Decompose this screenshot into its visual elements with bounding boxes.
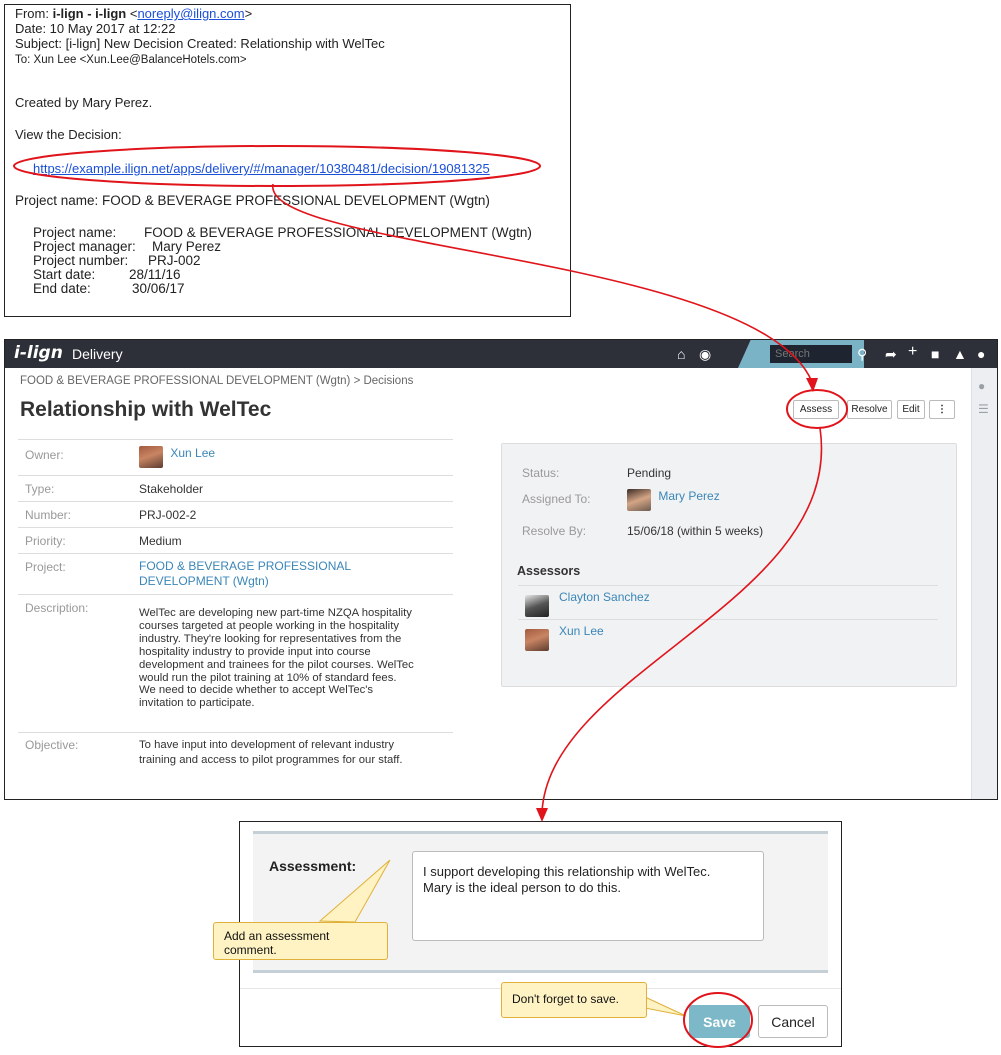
- description-label: Description:: [25, 601, 89, 615]
- cancel-button[interactable]: Cancel: [758, 1005, 828, 1038]
- email-detail-value: 30/06/17: [132, 281, 185, 296]
- owner-name[interactable]: Xun Lee: [170, 446, 215, 460]
- more-options-button[interactable]: ⋮: [929, 400, 955, 419]
- assessor-row: Clayton Sanchez: [518, 585, 938, 619]
- bell-icon[interactable]: ▲: [953, 345, 967, 363]
- detail-row-description: Description: WelTec are developing new p…: [18, 594, 453, 732]
- assigned-to-value[interactable]: Mary Perez: [627, 489, 720, 511]
- save-button[interactable]: Save: [689, 1005, 750, 1038]
- assessor-name[interactable]: Clayton Sanchez: [559, 590, 650, 604]
- email-created-by: Created by Mary Perez.: [15, 95, 153, 110]
- email-from-name: i-lign - i-lign: [52, 6, 127, 21]
- decision-details-table: Owner: Xun Lee Type: Stakeholder Number:…: [18, 439, 453, 776]
- assess-button[interactable]: Assess: [793, 400, 839, 419]
- email-to: To: Xun Lee <Xun.Lee@BalanceHotels.com>: [15, 54, 247, 66]
- app-name: Delivery: [72, 346, 123, 362]
- email-detail-label: Start date:: [33, 267, 96, 282]
- detail-row-priority: Priority: Medium: [18, 527, 453, 553]
- resolve-by-value: 15/06/18 (within 5 weeks): [627, 524, 764, 538]
- email-detail-value: 28/11/16: [129, 267, 181, 282]
- email-detail-label: Project manager:: [33, 239, 136, 254]
- resolve-button[interactable]: Resolve: [847, 400, 892, 419]
- list-icon[interactable]: ☰: [978, 402, 989, 416]
- status-label: Status:: [522, 466, 560, 480]
- owner-label: Owner:: [25, 448, 64, 462]
- edit-button[interactable]: Edit: [897, 400, 925, 419]
- user-icon[interactable]: ●: [977, 345, 985, 363]
- top-navigation-bar: i-lign Delivery ⌂ ◉ ⚲ ➦ + ■ ▲ ●: [5, 340, 997, 368]
- detail-row-number: Number: PRJ-002-2: [18, 501, 453, 527]
- assessor-name[interactable]: Xun Lee: [559, 624, 604, 638]
- assigned-to-label: Assigned To:: [522, 492, 591, 506]
- email-detail-value: FOOD & BEVERAGE PROFESSIONAL DEVELOPMENT…: [144, 225, 532, 240]
- description-text: WelTec are developing new part-time NZQA…: [139, 607, 414, 710]
- search-input[interactable]: [770, 345, 852, 363]
- status-value: Pending: [627, 466, 672, 480]
- detail-row-type: Type: Stakeholder: [18, 475, 453, 501]
- assigned-to-name[interactable]: Mary Perez: [658, 489, 719, 503]
- type-value: Stakeholder: [139, 482, 204, 496]
- ilign-logo[interactable]: i-lign: [14, 343, 63, 363]
- priority-value: Medium: [139, 534, 182, 548]
- priority-label: Priority:: [25, 534, 66, 548]
- detail-row-objective: Objective: To have input into developmen…: [18, 732, 453, 776]
- globe-icon[interactable]: ◉: [699, 345, 711, 363]
- objective-label: Objective:: [25, 738, 79, 752]
- avatar: [139, 446, 163, 468]
- assessment-comment-callout: Add an assessment comment.: [213, 922, 388, 960]
- email-subject: Subject: [i-lign] New Decision Created: …: [15, 36, 385, 51]
- project-link[interactable]: FOOD & BEVERAGE PROFESSIONAL DEVELOPMENT…: [139, 559, 351, 589]
- right-sidebar: ● ☰: [971, 368, 997, 799]
- decision-app-window: i-lign Delivery ⌂ ◉ ⚲ ➦ + ■ ▲ ● ● ☰ FOOD…: [4, 339, 998, 800]
- plus-icon[interactable]: +: [908, 343, 917, 361]
- page-title: Relationship with WelTec: [20, 398, 272, 421]
- breadcrumb[interactable]: FOOD & BEVERAGE PROFESSIONAL DEVELOPMENT…: [20, 375, 413, 387]
- comment-icon[interactable]: ●: [978, 379, 985, 393]
- assessment-textarea[interactable]: I support developing this relationship w…: [412, 851, 764, 941]
- email-panel: From: i-lign - i-lign <noreply@ilign.com…: [4, 4, 571, 317]
- email-date: Date: 10 May 2017 at 12:22: [15, 21, 176, 36]
- share-arrow-icon[interactable]: ➦: [885, 345, 897, 363]
- detail-row-project: Project: FOOD & BEVERAGE PROFESSIONAL DE…: [18, 553, 453, 594]
- email-detail-label: Project number:: [33, 253, 129, 268]
- avatar: [525, 629, 549, 651]
- resolve-by-label: Resolve By:: [522, 524, 587, 538]
- email-detail-value: PRJ-002: [148, 253, 201, 268]
- email-from: From: i-lign - i-lign <noreply@ilign.com…: [15, 6, 253, 21]
- arrowhead: [536, 808, 548, 822]
- objective-text: To have input into development of releva…: [139, 739, 403, 766]
- detail-row-owner: Owner: Xun Lee: [18, 439, 453, 475]
- avatar: [525, 595, 549, 617]
- email-from-address[interactable]: noreply@ilign.com: [137, 6, 244, 21]
- email-detail-label: End date:: [33, 281, 91, 296]
- status-panel: Status: Pending Assigned To: Mary Perez …: [501, 443, 957, 687]
- search-icon[interactable]: ⚲: [857, 345, 867, 363]
- assessment-label: Assessment:: [269, 858, 357, 874]
- number-label: Number:: [25, 508, 72, 522]
- assessor-row: Xun Lee: [518, 619, 938, 653]
- project-label: Project:: [25, 560, 66, 574]
- owner-value[interactable]: Xun Lee: [139, 446, 215, 468]
- bookmark-icon[interactable]: ■: [931, 345, 939, 363]
- email-view-label: View the Decision:: [15, 127, 122, 142]
- assessors-heading: Assessors: [517, 564, 581, 578]
- email-detail-value: Mary Perez: [152, 239, 222, 254]
- save-reminder-callout: Don't forget to save.: [501, 982, 647, 1018]
- type-label: Type:: [25, 482, 55, 496]
- home-icon[interactable]: ⌂: [677, 345, 685, 363]
- email-project-line: Project name: FOOD & BEVERAGE PROFESSION…: [15, 193, 490, 208]
- email-detail-label: Project name:: [33, 225, 117, 240]
- email-decision-link[interactable]: https://example.ilign.net/apps/delivery/…: [33, 161, 490, 176]
- avatar: [627, 489, 651, 511]
- number-value: PRJ-002-2: [139, 508, 197, 522]
